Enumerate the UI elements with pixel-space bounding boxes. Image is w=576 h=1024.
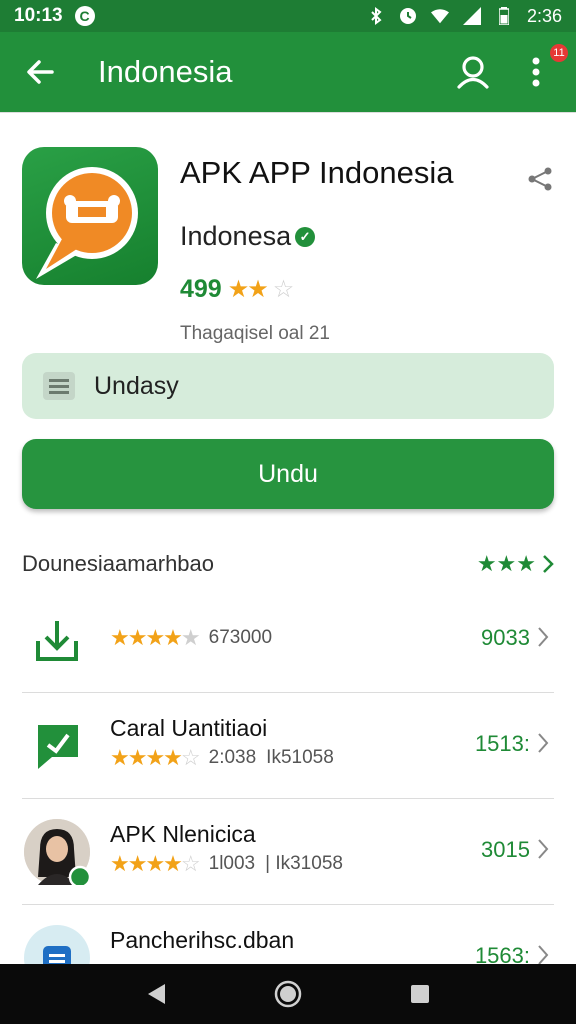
list-item[interactable]: Caral Uantitiaoi ★★★★☆ 2:038 Ik51058 151… xyxy=(22,693,554,799)
share-icon xyxy=(528,167,552,191)
app-subtitle: Thagaqisel oal 21 xyxy=(180,323,330,344)
system-nav-bar xyxy=(0,964,576,1024)
list-item-name: APK Nlenicica xyxy=(110,821,256,847)
section-title: Dounesiaamarhbao xyxy=(22,551,215,576)
verified-icon: ✓ xyxy=(295,226,316,247)
square-recent-icon xyxy=(411,985,429,1003)
rating-stars: ★★ xyxy=(227,276,269,303)
chat-bubble-icon xyxy=(36,167,138,279)
list-item-rating-group: ★★★★☆ xyxy=(110,745,201,771)
app-header: APK APP Indonesia Indonesa ✓ 499 ★★ ☆ Th… xyxy=(22,147,558,344)
app-bar: Indonesia 11 xyxy=(0,32,576,112)
list-item-meta: ★★★★★ 673000 xyxy=(110,625,272,651)
developer-row[interactable]: Indonesa ✓ xyxy=(180,221,316,252)
list-item-meta2: Ik51058 xyxy=(266,747,334,768)
list-item-count: 3015 xyxy=(481,837,530,862)
list-item-meta1: 2:038 xyxy=(208,747,257,768)
list-item[interactable]: ★★★★★ 673000 9033 xyxy=(22,587,554,693)
section-stars: ★★★ xyxy=(476,551,536,576)
download-icon xyxy=(24,607,90,673)
back-button[interactable] xyxy=(0,32,80,112)
list-item-meta1: 1l003 xyxy=(208,853,256,874)
chevron-right-icon xyxy=(536,835,550,863)
nav-back-button[interactable] xyxy=(136,974,176,1014)
list-item-star-empty: ☆ xyxy=(180,851,201,876)
list-item-star-empty: ☆ xyxy=(180,745,201,770)
nav-home-button[interactable] xyxy=(268,974,308,1014)
list-item-count: 1513: xyxy=(474,731,530,756)
list-item-name: Caral Uantitiaoi xyxy=(110,715,268,741)
rating-row: 499 ★★ ☆ xyxy=(180,275,294,304)
app-icon xyxy=(22,147,158,285)
list-item[interactable]: APK Nlenicica ★★★★☆ 1l003 | Ik31058 3015 xyxy=(22,799,554,905)
triangle-back-icon xyxy=(148,984,165,1004)
app-detail-content: APK APP Indonesia Indonesa ✓ 499 ★★ ☆ Th… xyxy=(0,112,576,964)
list-item-stars: ★★★★ xyxy=(110,851,183,876)
battery-icon xyxy=(495,7,513,25)
app-bar-actions: 11 xyxy=(454,42,576,92)
rating-star-empty: ☆ xyxy=(272,276,294,303)
list-item-meta1: 673000 xyxy=(208,627,273,648)
chevron-right-icon xyxy=(543,555,554,573)
status-icons: 2:36 xyxy=(367,6,562,27)
chevron-right-icon xyxy=(536,941,550,964)
status-clock: 2:36 xyxy=(526,5,562,26)
list-item-rating-group: ★★★★★ xyxy=(110,625,201,651)
bluetooth-icon xyxy=(367,7,385,25)
more-vert-icon xyxy=(532,57,540,87)
nav-recent-button[interactable] xyxy=(400,974,440,1014)
list-item-count: 9033 xyxy=(481,625,530,650)
rating-value: 499 xyxy=(180,275,222,303)
wifi-icon xyxy=(430,7,449,25)
app-thumb-icon xyxy=(24,925,90,964)
list-icon xyxy=(43,372,75,400)
status-app-badge: C xyxy=(74,6,95,26)
list-item-meta2: | Ik31058 xyxy=(265,853,343,874)
install-button[interactable]: Undu xyxy=(22,439,554,509)
list-item-count: 1563: xyxy=(474,943,530,964)
account-button[interactable] xyxy=(454,52,494,92)
chevron-right-icon xyxy=(536,729,550,757)
notification-badge: 11 xyxy=(548,42,570,64)
section-header[interactable]: Dounesiaamarhbao ★★★ xyxy=(22,549,554,579)
status-time: 10:13 xyxy=(14,5,63,26)
menu-button[interactable]: 11 xyxy=(516,42,570,92)
list-item-stars: ★★★★ xyxy=(110,745,183,770)
page-title: Indonesia xyxy=(98,54,233,89)
list-item-star-empty: ★ xyxy=(180,625,201,650)
chat-edit-icon xyxy=(24,713,90,779)
developer-name: Indonesa xyxy=(180,221,292,251)
list-item-meta: ★★★★☆ 2:038 Ik51058 xyxy=(110,745,334,771)
install-button-label: Undu xyxy=(258,459,318,488)
avatar xyxy=(24,819,90,885)
list-item-name: Pancherihsc.dban xyxy=(110,927,295,953)
person-icon xyxy=(457,56,489,89)
list-item-stars: ★★★★ xyxy=(110,625,183,650)
secondary-button-label: Undasy xyxy=(94,371,179,400)
circle-home-icon xyxy=(274,980,302,1008)
secondary-button[interactable]: Undasy xyxy=(22,353,554,419)
app-name: APK APP Indonesia xyxy=(180,155,454,190)
signal-icon xyxy=(462,7,481,25)
section-stars-group: ★★★ xyxy=(477,551,554,577)
status-bar: 10:13 C 2:36 xyxy=(0,0,576,32)
list-item-meta: ★★★★☆ 1l003 | Ik31058 xyxy=(110,851,343,877)
share-button[interactable] xyxy=(522,161,558,197)
list-item-rating-group: ★★★★☆ xyxy=(110,851,201,877)
alarm-icon xyxy=(399,7,417,25)
arrow-left-icon xyxy=(27,60,54,84)
list-item[interactable]: Pancherihsc.dban 1563: xyxy=(22,905,554,964)
chevron-right-icon xyxy=(536,623,550,651)
